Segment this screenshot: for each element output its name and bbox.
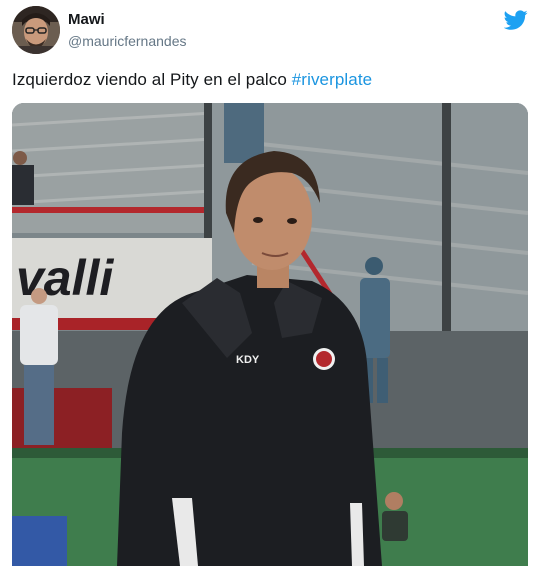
user-handle[interactable]: @mauricfernandes	[68, 33, 187, 49]
tweet-media-image[interactable]: valli KDY	[12, 103, 528, 566]
banner-text: valli	[16, 250, 114, 306]
hashtag-link[interactable]: #riverplate	[292, 70, 372, 89]
avatar[interactable]	[12, 6, 60, 54]
tweet-card: Mawi @mauricfernandes Izquierdoz viendo …	[0, 0, 533, 566]
jacket-brand-text: KDY	[236, 354, 260, 366]
avatar-image	[12, 6, 60, 54]
tweet-text: Izquierdoz viendo al Pity en el palco #r…	[12, 70, 372, 90]
media-photo: valli KDY	[12, 103, 528, 566]
tweet-body: Izquierdoz viendo al Pity en el palco	[12, 70, 292, 89]
twitter-bird-icon[interactable]	[503, 8, 528, 32]
display-name[interactable]: Mawi	[68, 11, 105, 28]
